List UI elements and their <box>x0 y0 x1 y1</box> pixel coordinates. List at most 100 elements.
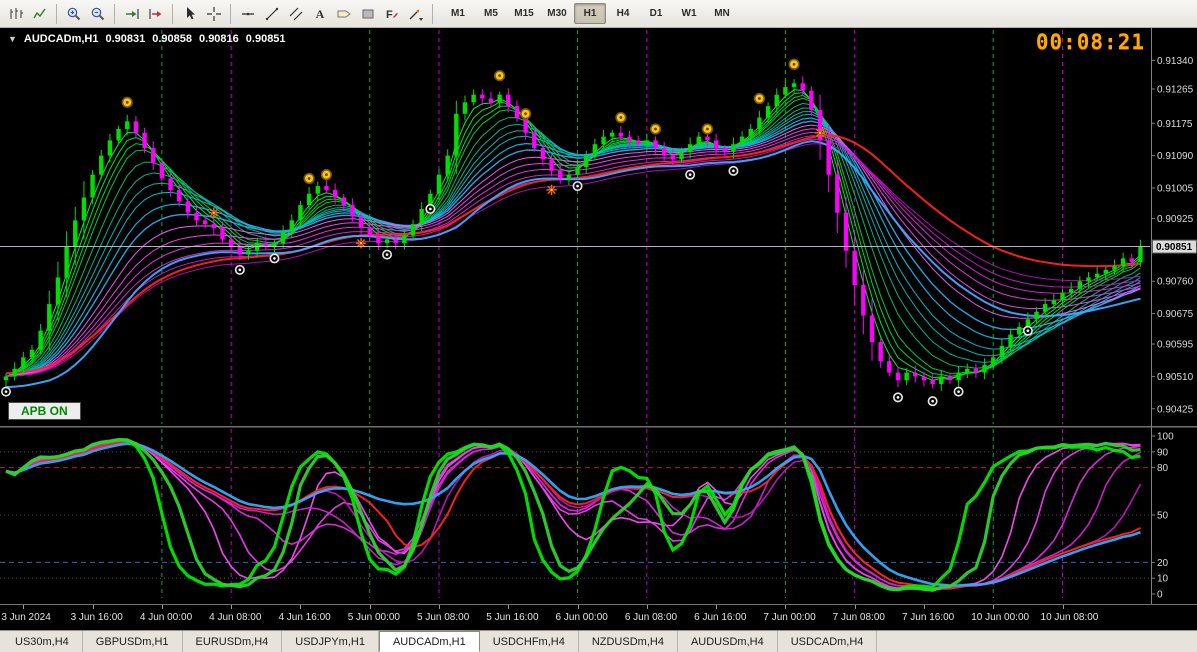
svg-text:10: 10 <box>1157 574 1169 585</box>
high-value: 0.90858 <box>152 33 193 45</box>
time-tick <box>369 605 371 609</box>
time-label: 7 Jun 16:00 <box>901 612 955 623</box>
close-value: 0.90851 <box>245 33 286 45</box>
time-tick <box>1062 605 1064 609</box>
timeframe-h4[interactable]: H4 <box>607 3 639 24</box>
auto-scroll-button[interactable] <box>120 2 143 25</box>
time-tick <box>923 605 925 609</box>
symbol-label: AUDCADm,H1 <box>23 33 99 45</box>
svg-text:0.90925: 0.90925 <box>1157 214 1194 225</box>
timeframe-bar: M1 M5 M15 M30 H1 H4 D1 W1 MN <box>442 3 738 24</box>
shapes-button[interactable] <box>356 2 379 25</box>
timeframe-m5[interactable]: M5 <box>475 3 507 24</box>
tab-nzdusdm-h4[interactable]: NZDUSDm,H4 <box>579 631 678 652</box>
chart-tabs-bar: US30m,H4 GBPUSDm,H1 EURUSDm,H4 USDJPYm,H1 AU… <box>0 630 1197 652</box>
svg-text:90: 90 <box>1157 447 1169 458</box>
svg-text:0.90851: 0.90851 <box>1156 242 1193 253</box>
toolbar-separator <box>56 3 57 24</box>
chart-panel: 0.91340 0.91265 0.91175 0.91090 0.91005 0.909… <box>0 28 1197 630</box>
timeframe-d1[interactable]: D1 <box>640 3 672 24</box>
svg-text:0.90675: 0.90675 <box>1157 309 1194 320</box>
time-axis[interactable]: 3 Jun 2024 3 Jun 16:00 4 Jun 00:00 4 Jun 08… <box>0 604 1197 630</box>
tab-eurusdm-h4[interactable]: EURUSDm,H4 <box>183 631 283 652</box>
svg-text:20: 20 <box>1157 558 1169 569</box>
toolbar-separator <box>114 3 115 24</box>
svg-text:0: 0 <box>1157 590 1163 601</box>
line-chart-button[interactable] <box>28 2 51 25</box>
toolbar: A F M1 M5 M15 M30 H1 H4 D1 W1 MN <box>0 0 1197 28</box>
crosshair-button[interactable] <box>202 2 225 25</box>
tab-audusdm-h4[interactable]: AUDUSDm,H4 <box>678 631 778 652</box>
tab-gbpusdm-h1[interactable]: GBPUSDm,H1 <box>83 631 183 652</box>
toolbar-separator <box>432 3 433 24</box>
indicator-canvas[interactable]: 10090805020100 <box>0 426 1197 604</box>
zoom-out-button[interactable] <box>86 2 109 25</box>
time-tick <box>577 605 579 609</box>
tab-us30m-h4[interactable]: US30m,H4 <box>2 631 83 652</box>
svg-text:50: 50 <box>1157 511 1169 522</box>
svg-text:0.90425: 0.90425 <box>1157 404 1194 415</box>
time-label: 7 Jun 08:00 <box>832 612 885 623</box>
time-label: 3 Jun 16:00 <box>70 612 123 623</box>
time-label: 5 Jun 08:00 <box>417 612 470 623</box>
time-label: 5 Jun 16:00 <box>486 612 539 623</box>
draw-tools-dropdown-button[interactable] <box>404 2 427 25</box>
mt4-window: A F M1 M5 M15 M30 H1 H4 D1 W1 MN 0.91340 0.91265 0… <box>0 0 1197 652</box>
tab-audcadm-h1[interactable]: AUDCADm,H1 <box>378 631 480 652</box>
time-tick <box>785 605 787 609</box>
toolbar-separator <box>172 3 173 24</box>
svg-text:A: A <box>315 7 324 21</box>
time-tick <box>854 605 856 609</box>
candle-countdown-timer: 00:08:21 <box>1035 30 1145 54</box>
text-button[interactable]: A <box>308 2 331 25</box>
time-label: 4 Jun 00:00 <box>139 612 193 623</box>
chevron-down-icon[interactable]: ▼ <box>8 34 17 44</box>
time-label: 10 Jun 08:00 <box>1040 612 1099 623</box>
svg-text:F: F <box>386 9 393 21</box>
timeframe-m1[interactable]: M1 <box>442 3 474 24</box>
timeframe-m30[interactable]: M30 <box>541 3 573 24</box>
timeframe-m15[interactable]: M15 <box>508 3 540 24</box>
open-value: 0.90831 <box>105 33 146 45</box>
zoom-in-button[interactable] <box>62 2 85 25</box>
chart-shift-button[interactable] <box>144 2 167 25</box>
text-label-button[interactable] <box>332 2 355 25</box>
time-tick <box>439 605 440 609</box>
tab-usdcadm-h4[interactable]: USDCADm,H4 <box>778 631 878 652</box>
svg-text:0.91090: 0.91090 <box>1157 151 1194 162</box>
svg-text:0.90760: 0.90760 <box>1157 277 1194 288</box>
toolbar-separator <box>230 3 231 24</box>
svg-text:0.91005: 0.91005 <box>1157 183 1194 194</box>
timeframe-h1[interactable]: H1 <box>574 3 606 24</box>
svg-text:80: 80 <box>1157 463 1169 474</box>
timeframe-mn[interactable]: MN <box>706 3 738 24</box>
arrows-button[interactable]: F <box>380 2 403 25</box>
time-tick <box>231 605 233 609</box>
main-chart-canvas[interactable]: 0.91340 0.91265 0.91175 0.91090 0.91005 0.909… <box>0 28 1197 426</box>
tab-usdchfm-h4[interactable]: USDCHFm,H4 <box>480 631 579 652</box>
chart-ohlc-header: ▼ AUDCADm,H1 0.90831 0.90858 0.90816 0.9… <box>8 33 286 45</box>
time-tick <box>23 605 25 609</box>
low-value: 0.90816 <box>199 33 239 45</box>
timeframe-w1[interactable]: W1 <box>673 3 705 24</box>
svg-text:0.91265: 0.91265 <box>1157 85 1194 96</box>
time-tick <box>508 605 510 609</box>
tab-usdjpym-h1[interactable]: USDJPYm,H1 <box>282 631 379 652</box>
time-tick <box>161 605 163 609</box>
horizontal-line-button[interactable] <box>236 2 259 25</box>
time-label: 4 Jun 16:00 <box>278 612 331 623</box>
svg-text:0.90595: 0.90595 <box>1157 340 1194 351</box>
svg-text:0.90510: 0.90510 <box>1157 372 1194 383</box>
time-label: 5 Jun 00:00 <box>347 612 400 623</box>
time-tick <box>92 605 94 609</box>
time-label: 6 Jun 00:00 <box>555 612 608 623</box>
cursor-button[interactable] <box>178 2 201 25</box>
time-label: 7 Jun 00:00 <box>763 612 816 623</box>
bar-chart-button[interactable] <box>4 2 27 25</box>
time-tick <box>300 605 302 609</box>
trendline-button[interactable] <box>260 2 283 25</box>
equidistant-channel-button[interactable] <box>284 2 307 25</box>
apb-toggle-button[interactable]: APB ON <box>8 402 81 420</box>
svg-text:0.91340: 0.91340 <box>1157 56 1194 67</box>
svg-text:100: 100 <box>1157 432 1174 443</box>
